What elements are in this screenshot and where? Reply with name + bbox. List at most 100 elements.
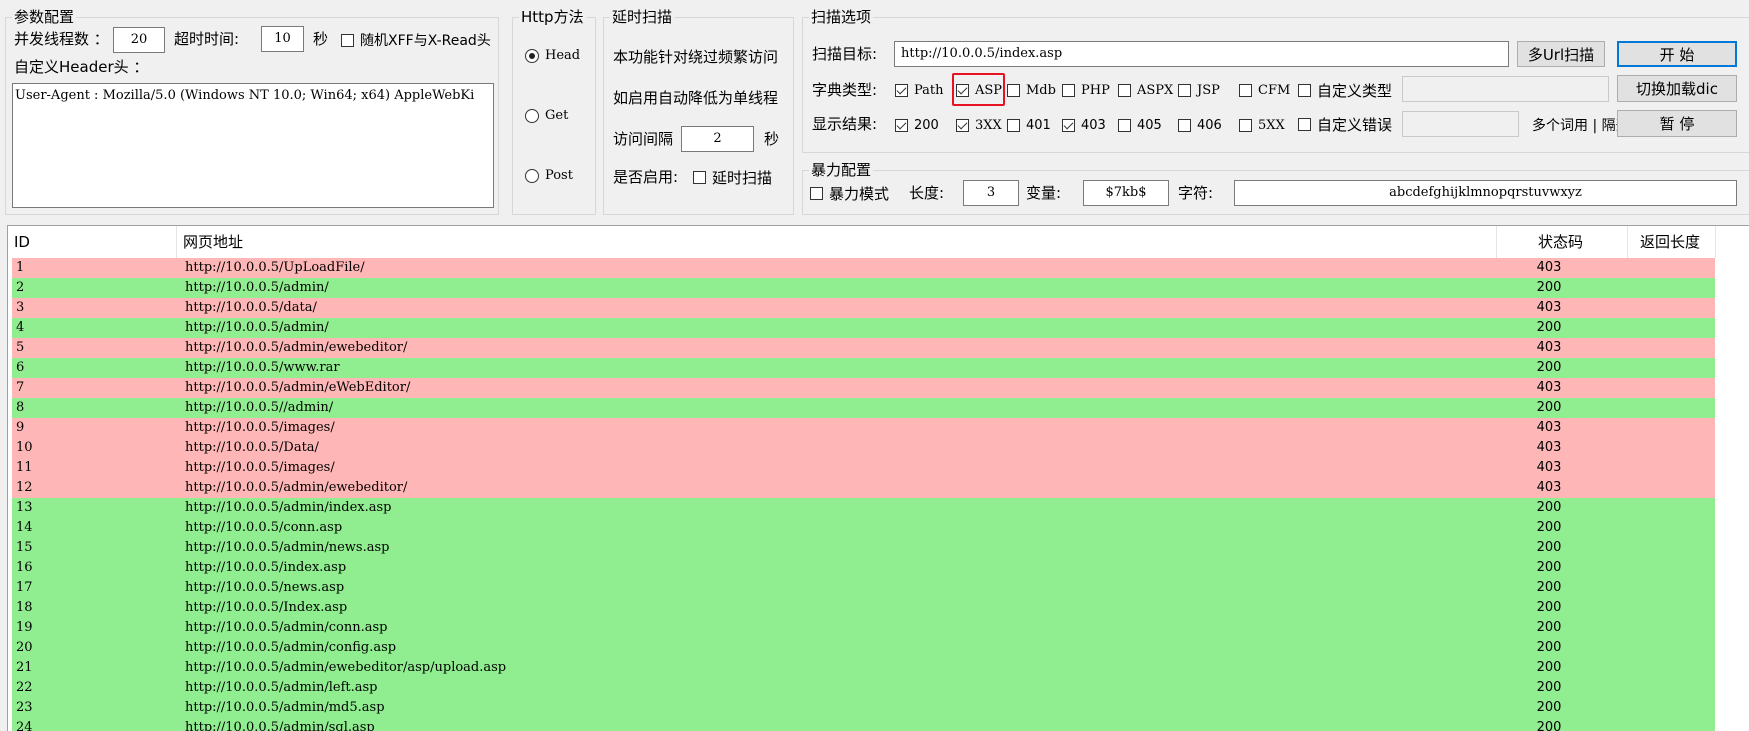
cell-id: 3 [16,300,25,315]
table-row[interactable]: 16 http://10.0.0.5/index.asp 200 [12,558,1715,578]
radio-get[interactable]: Get [525,108,568,123]
interval-input[interactable]: 2 [681,126,754,152]
cell-status: 200 [1536,520,1562,535]
cell-id: 21 [16,660,33,675]
table-row[interactable]: 11 http://10.0.0.5/images/403 [12,458,1715,478]
chars-input[interactable]: abcdefghijklmnopqrstuvwxyz [1234,180,1737,206]
cell-id: 18 [16,600,33,615]
radio-post[interactable]: Post [525,168,573,183]
brute-mode-checkbox[interactable]: 暴力模式 [810,182,889,204]
table-row[interactable]: 3 http://10.0.0.5/data/403 [12,298,1715,318]
table-row[interactable]: 19 http://10.0.0.5/admin/conn.asp 200 [12,618,1715,638]
dict-mdb-checkbox[interactable]: Mdb [1007,79,1056,101]
table-row[interactable]: 17 http://10.0.0.5/news.asp 200 [12,578,1715,598]
dict-mdb-label: Mdb [1026,82,1056,98]
table-row[interactable]: 8 http://10.0.0.5//admin/200 [12,398,1715,418]
cell-id: 9 [16,420,25,435]
result-5xx-checkbox[interactable]: 5XX [1239,114,1285,136]
random-xff-checkbox[interactable]: 随机XFF与X-Read头 [341,29,491,51]
table-row[interactable]: 4 http://10.0.0.5/admin/200 [12,318,1715,338]
pause-button[interactable]: 暂 停 [1617,110,1737,137]
cell-id: 15 [16,540,33,555]
random-xff-label: 随机XFF与X-Read头 [360,33,491,49]
table-row[interactable]: 23 http://10.0.0.5/admin/md5.asp 200 [12,698,1715,718]
length-input[interactable]: 3 [963,180,1019,206]
cell-status: 403 [1536,480,1562,495]
table-row[interactable]: 18 http://10.0.0.5/Index.asp 200 [12,598,1715,618]
custom-type-input[interactable] [1402,76,1609,102]
result-403-checkbox[interactable]: 403 [1062,114,1106,136]
custom-type-label: 自定义类型 [1317,81,1393,100]
cell-id: 13 [16,500,33,515]
result-405-label: 405 [1137,117,1162,133]
custom-error-checkbox[interactable]: 自定义错误 [1298,113,1392,135]
cell-status: 200 [1536,280,1562,295]
delay-enable-label: 是否启用: [613,168,679,186]
table-row[interactable]: 24 http://10.0.0.5/admin/sql.asp 200 [12,718,1715,731]
checkbox-box [1118,118,1131,132]
result-406-checkbox[interactable]: 406 [1178,114,1222,136]
cell-url: http://10.0.0.5/admin/ewebeditor/asp/upl… [185,660,507,675]
start-button[interactable]: 开 始 [1617,41,1737,67]
cell-id: 14 [16,520,33,535]
delay-scan-checkbox[interactable]: 延时扫描 [693,166,772,188]
threads-input[interactable]: 20 [113,27,165,53]
params-group-title: 参数配置 [12,7,77,27]
table-row[interactable]: 12 http://10.0.0.5/admin/ewebeditor/403 [12,478,1715,498]
multi-url-button[interactable]: 多Url扫描 [1517,41,1605,67]
table-row[interactable]: 22 http://10.0.0.5/admin/left.asp 200 [12,678,1715,698]
custom-type-checkbox[interactable]: 自定义类型 [1298,79,1392,101]
timeout-input[interactable]: 10 [261,26,304,52]
result-405-checkbox[interactable]: 405 [1118,114,1162,136]
col-status-header[interactable]: 状态码 [1497,226,1628,258]
var-input[interactable]: $7kb$ [1083,180,1169,206]
table-row[interactable]: 15 http://10.0.0.5/admin/news.asp 200 [12,538,1715,558]
table-row[interactable]: 21 http://10.0.0.5/admin/ewebeditor/asp/u… [12,658,1715,678]
dict-jsp-checkbox[interactable]: JSP [1178,79,1220,101]
checkbox-box [1118,83,1131,97]
threads-label: 并发线程数 ： [14,30,109,48]
dict-php-checkbox[interactable]: PHP [1062,79,1110,101]
col-url-header[interactable]: 网页地址 [177,226,1497,258]
dict-cfm-checkbox[interactable]: CFM [1239,79,1290,101]
result-406-label: 406 [1197,117,1222,133]
cell-id: 7 [16,380,25,395]
target-input[interactable]: http://10.0.0.5/index.asp [894,41,1509,67]
checkbox-box [895,118,908,132]
dict-type-label: 字典类型: [812,81,878,99]
cell-status: 200 [1536,560,1562,575]
table-row[interactable]: 1 http://10.0.0.5/UpLoadFile/403 [12,258,1715,278]
table-header: ID 网页地址 状态码 返回长度 [8,226,1749,258]
cell-status: 200 [1536,400,1562,415]
result-200-checkbox[interactable]: 200 [895,114,939,136]
result-401-checkbox[interactable]: 401 [1007,114,1051,136]
dict-path-checkbox[interactable]: Path [895,79,944,101]
custom-error-input[interactable] [1402,111,1519,137]
table-row[interactable]: 7 http://10.0.0.5/admin/eWebEditor/403 [12,378,1715,398]
custom-error-label: 自定义错误 [1317,115,1393,134]
result-3xx-checkbox[interactable]: 3XX [956,114,1002,136]
cell-id: 12 [16,480,33,495]
cell-id: 23 [16,700,33,715]
table-row[interactable]: 2 http://10.0.0.5/admin/200 [12,278,1715,298]
results-table[interactable]: ID 网页地址 状态码 返回长度 1 http://10.0.0.5/UpLoad… [7,225,1749,731]
table-row[interactable]: 6 http://10.0.0.5/www.rar 200 [12,358,1715,378]
table-row[interactable]: 10 http://10.0.0.5/Data/403 [12,438,1715,458]
table-row[interactable]: 5 http://10.0.0.5/admin/ewebeditor/403 [12,338,1715,358]
table-row[interactable]: 14 http://10.0.0.5/conn.asp 200 [12,518,1715,538]
switch-dict-button[interactable]: 切换加载dic [1617,75,1737,102]
table-row[interactable]: 9 http://10.0.0.5/images/403 [12,418,1715,438]
dict-aspx-checkbox[interactable]: ASPX [1118,79,1173,101]
header-textarea[interactable]: User-Agent : Mozilla/5.0 (Windows NT 10.… [12,83,494,208]
cell-id: 1 [16,260,25,275]
checkbox-box [1062,118,1075,132]
radio-head[interactable]: Head [525,48,580,63]
col-length-header[interactable]: 返回长度 [1628,226,1716,258]
dict-path-label: Path [914,82,944,98]
cell-url: http://10.0.0.5/admin/ [185,320,329,335]
result-200-label: 200 [914,117,939,133]
col-id-header[interactable]: ID [8,226,177,258]
table-row[interactable]: 13 http://10.0.0.5/admin/index.asp 200 [12,498,1715,518]
cell-id: 24 [16,720,33,731]
table-row[interactable]: 20 http://10.0.0.5/admin/config.asp 200 [12,638,1715,658]
